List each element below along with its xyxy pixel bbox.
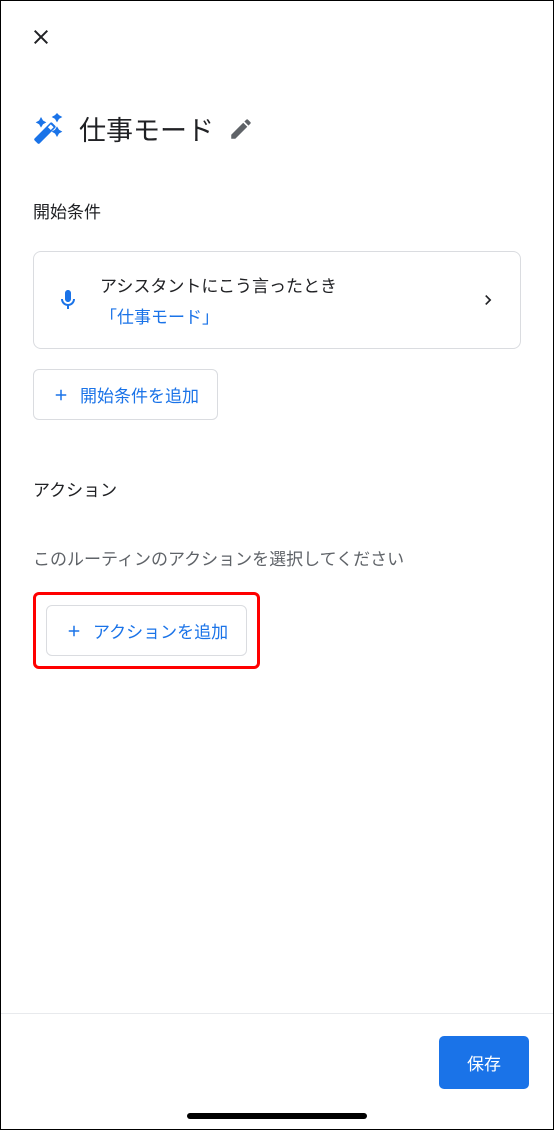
add-action-button[interactable]: アクションを追加 <box>46 605 247 656</box>
edit-icon[interactable] <box>228 116 254 142</box>
close-button[interactable] <box>29 25 53 52</box>
wand-icon <box>33 113 65 145</box>
add-action-label: アクションを追加 <box>93 618 228 643</box>
starter-title: アシスタントにこう言ったとき <box>100 272 458 297</box>
close-icon <box>29 25 53 52</box>
actions-heading: アクション <box>33 476 521 501</box>
starter-phrase: 「仕事モード」 <box>100 303 458 328</box>
mic-icon <box>56 288 80 312</box>
chevron-right-icon <box>478 290 498 310</box>
starter-card[interactable]: アシスタントにこう言ったとき 「仕事モード」 <box>33 251 521 349</box>
save-button[interactable]: 保存 <box>439 1036 529 1089</box>
plus-icon <box>65 622 83 640</box>
title-row: 仕事モード <box>1 53 553 148</box>
footer: 保存 <box>1 1013 553 1129</box>
starters-heading: 開始条件 <box>33 198 521 223</box>
page-title: 仕事モード <box>79 109 214 148</box>
actions-description: このルーティンのアクションを選択してください <box>33 545 521 570</box>
home-indicator <box>187 1113 367 1119</box>
add-starter-button[interactable]: 開始条件を追加 <box>33 369 218 420</box>
add-starter-label: 開始条件を追加 <box>80 382 199 407</box>
plus-icon <box>52 386 70 404</box>
starter-text-block: アシスタントにこう言ったとき 「仕事モード」 <box>100 272 458 328</box>
highlight-annotation: アクションを追加 <box>33 592 260 669</box>
